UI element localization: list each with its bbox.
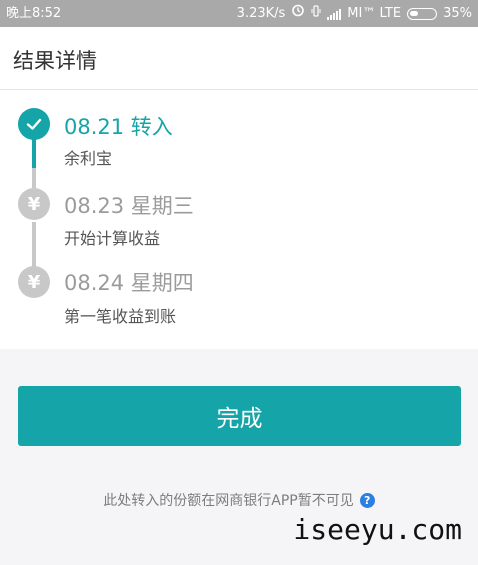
- timeline-line-progress: [32, 138, 36, 168]
- battery-icon: [407, 7, 438, 20]
- network-speed: 3.23K/s: [236, 6, 286, 21]
- alarm-icon: [291, 0, 305, 27]
- notice: 此处转入的份额在网商银行APP暂不可见 ?: [0, 490, 478, 510]
- watermark: iseeyu.com: [293, 513, 462, 546]
- notice-text: 此处转入的份额在网商银行APP暂不可见: [103, 493, 354, 509]
- yuan-icon: ¥: [18, 266, 50, 298]
- timeline-date: 08.21 转入: [64, 115, 173, 139]
- page-title: 结果详情: [13, 49, 97, 73]
- carrier-label: MI™ LTE: [347, 6, 402, 21]
- timeline-date: 08.24 星期四: [64, 271, 194, 295]
- yuan-icon: ¥: [18, 188, 50, 220]
- timeline-desc: 第一笔收益到账: [64, 307, 177, 326]
- done-button[interactable]: 完成: [18, 386, 461, 446]
- timeline-line-pending: [32, 168, 36, 188]
- timeline-desc: 开始计算收益: [64, 229, 161, 248]
- timeline-date: 08.23 星期三: [64, 194, 194, 218]
- help-icon[interactable]: ?: [359, 492, 375, 508]
- status-right-group: 3.23K/s MI™ LTE 35%: [237, 0, 472, 27]
- vibrate-icon: [311, 0, 321, 27]
- timeline-desc: 余利宝: [64, 149, 113, 168]
- timeline-line-pending: [32, 222, 36, 267]
- signal-icon: [327, 8, 342, 20]
- timeline: 08.21 转入 余利宝 ¥ 08.23 星期三 开始计算收益 ¥ 08.24 …: [0, 90, 478, 349]
- status-time: 晚上8:52: [6, 6, 62, 21]
- header: 结果详情: [0, 27, 478, 90]
- check-icon: [18, 108, 50, 140]
- battery-percent: 35%: [443, 6, 472, 21]
- status-bar: 晚上8:52 3.23K/s MI™ LTE 35%: [0, 0, 478, 27]
